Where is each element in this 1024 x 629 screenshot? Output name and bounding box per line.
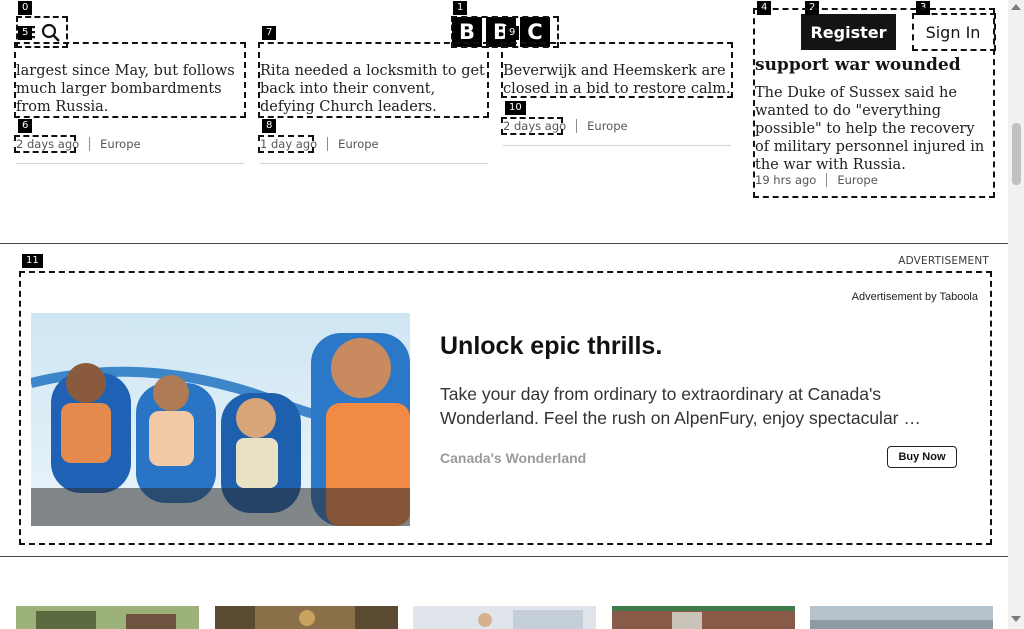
article-meta: 2 days ago Europe — [503, 119, 628, 133]
article-section[interactable]: Europe — [100, 137, 140, 151]
article-thumbnail[interactable] — [215, 606, 398, 629]
card-divider — [260, 163, 488, 164]
logo-letter: C — [520, 17, 550, 47]
scrollbar-track[interactable] — [1008, 0, 1024, 629]
page: largest since May, but follows much larg… — [0, 0, 1008, 629]
article-thumbnail[interactable] — [16, 606, 199, 629]
annotation-tag: 4 — [757, 1, 772, 15]
sign-in-button[interactable]: Sign In — [912, 14, 994, 50]
annotation-tag: 10 — [505, 101, 526, 115]
article-headline[interactable]: support war wounded — [755, 55, 995, 75]
article-timestamp[interactable]: 2 days ago — [503, 119, 566, 133]
meta-divider — [826, 173, 828, 187]
ad-attribution[interactable]: Advertisement by Taboola — [852, 291, 978, 303]
article-timestamp[interactable]: 2 days ago — [16, 137, 79, 151]
ad-description[interactable]: Take your day from ordinary to extraordi… — [440, 382, 950, 430]
logo-letter: B — [452, 17, 482, 47]
meta-divider — [89, 137, 91, 151]
card-divider — [16, 163, 244, 164]
meta-divider — [576, 119, 578, 133]
article-thumbnail[interactable] — [810, 606, 993, 629]
scroll-down-arrow-icon[interactable] — [1011, 616, 1021, 622]
annotation-tag: 6 — [18, 119, 33, 133]
scrollbar-thumb[interactable] — [1012, 123, 1021, 185]
article-summary[interactable]: Beverwijk and Heemskerk are closed in a … — [503, 62, 731, 98]
meta-divider — [327, 137, 329, 151]
annotation-tag: 0 — [18, 1, 33, 15]
article-thumbnail[interactable] — [413, 606, 596, 629]
annotation-tag: 7 — [262, 26, 277, 40]
taboola-ad[interactable]: Advertisement by Taboola Unlock epic thr… — [19, 271, 992, 545]
ad-image[interactable] — [31, 313, 410, 526]
annotation-tag: 8 — [262, 119, 277, 133]
advertisement-label: ADVERTISEMENT — [898, 255, 989, 267]
article-meta: 1 day ago Europe — [260, 137, 379, 151]
article-meta: 2 days ago Europe — [16, 137, 141, 151]
article-section[interactable]: Europe — [587, 119, 627, 133]
ad-brand[interactable]: Canada's Wonderland — [440, 450, 586, 466]
section-divider — [0, 556, 1008, 557]
search-icon[interactable] — [41, 23, 61, 43]
article-meta: 19 hrs ago Europe — [755, 173, 878, 187]
ad-title[interactable]: Unlock epic thrills. — [440, 332, 662, 361]
annotation-tag: 11 — [22, 254, 43, 268]
article-summary[interactable]: Rita needed a locksmith to get back into… — [260, 62, 488, 116]
annotation-tag: 5 — [18, 26, 33, 40]
annotation-tag: 3 — [916, 1, 931, 15]
annotation-tag: 9 — [505, 26, 520, 40]
annotation-tag: 2 — [805, 1, 820, 15]
article-timestamp[interactable]: 1 day ago — [260, 137, 317, 151]
article-timestamp[interactable]: 19 hrs ago — [755, 173, 816, 187]
scroll-up-arrow-icon[interactable] — [1011, 4, 1021, 10]
card-divider — [503, 145, 731, 146]
article-section[interactable]: Europe — [338, 137, 378, 151]
buy-now-button[interactable]: Buy Now — [887, 446, 957, 468]
section-divider — [0, 243, 1008, 244]
register-button[interactable]: Register — [801, 14, 896, 50]
annotation-tag: 1 — [453, 1, 468, 15]
article-section[interactable]: Europe — [837, 173, 877, 187]
bbc-logo[interactable]: B B C — [452, 17, 550, 47]
article-summary[interactable]: The Duke of Sussex said he wanted to do … — [755, 84, 993, 174]
article-thumbnail[interactable] — [612, 606, 795, 629]
article-summary[interactable]: largest since May, but follows much larg… — [16, 62, 244, 116]
